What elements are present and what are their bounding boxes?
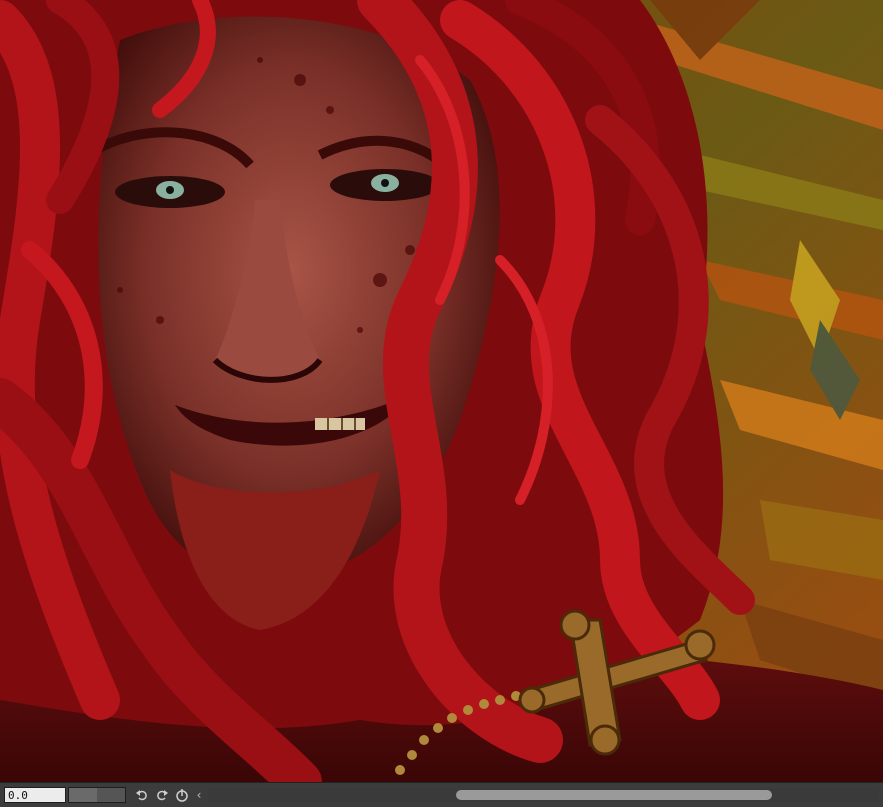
horizontal-scrollbar[interactable] [208,788,879,802]
artwork [0,0,883,782]
redo-button[interactable] [152,786,172,804]
scrollbar-thumb[interactable] [456,790,772,800]
undo-icon [136,790,147,801]
zoom-input[interactable]: 0.0 [4,787,66,803]
undo-button[interactable] [132,786,152,804]
rotate-reset-button[interactable] [172,786,192,804]
zoom-slider-fill [69,788,97,802]
redo-icon [157,790,168,801]
status-bar: 0.0 ‹ [0,782,883,807]
rotate-reset-icon [176,789,188,802]
teeth [315,418,365,430]
zoom-slider[interactable] [68,787,126,803]
scroll-left-button[interactable]: ‹ [192,786,206,804]
chevron-left-icon: ‹ [196,788,202,802]
drawing-canvas[interactable] [0,0,883,782]
